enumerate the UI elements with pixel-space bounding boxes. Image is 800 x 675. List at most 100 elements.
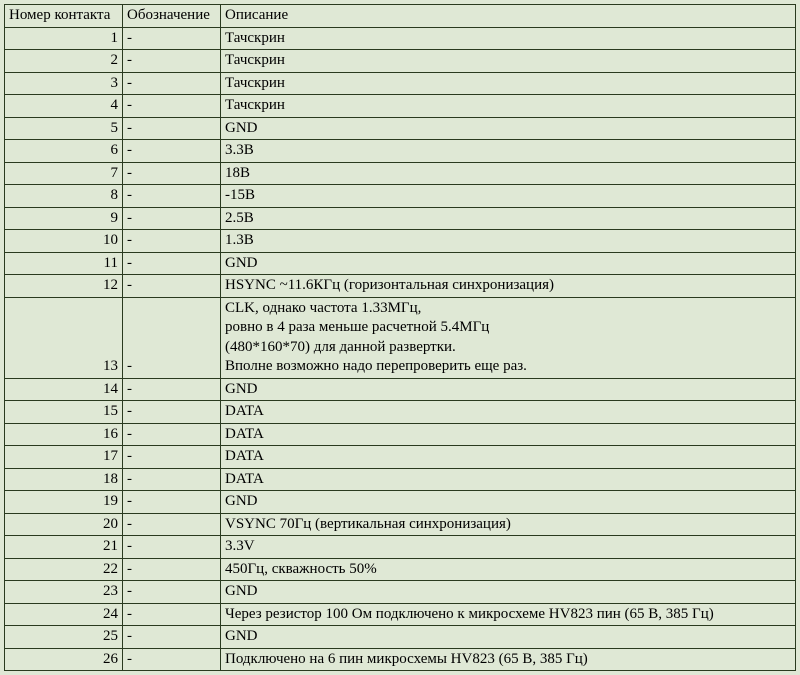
cell-description: 450Гц, скважность 50% — [221, 558, 796, 581]
cell-description: Подключено на 6 пин микросхемы HV823 (65… — [221, 648, 796, 671]
table-header-row: Номер контакта Обозначение Описание — [5, 5, 796, 28]
cell-designation: - — [123, 27, 221, 50]
cell-designation: - — [123, 378, 221, 401]
table-row: 3-Тачскрин — [5, 72, 796, 95]
cell-description: 2.5В — [221, 207, 796, 230]
cell-description: GND — [221, 117, 796, 140]
cell-designation: - — [123, 423, 221, 446]
cell-contact-number: 23 — [5, 581, 123, 604]
cell-contact-number: 18 — [5, 468, 123, 491]
cell-contact-number: 13 — [5, 297, 123, 378]
table-row: 11-GND — [5, 252, 796, 275]
cell-designation: - — [123, 468, 221, 491]
cell-description: DATA — [221, 468, 796, 491]
table-row: 8--15В — [5, 185, 796, 208]
cell-description: 3.3V — [221, 536, 796, 559]
cell-designation: - — [123, 117, 221, 140]
cell-description: GND — [221, 581, 796, 604]
table-row: 22-450Гц, скважность 50% — [5, 558, 796, 581]
table-row: 20-VSYNC 70Гц (вертикальная синхронизаци… — [5, 513, 796, 536]
cell-description: GND — [221, 491, 796, 514]
cell-designation: - — [123, 95, 221, 118]
cell-description: GND — [221, 252, 796, 275]
cell-designation: - — [123, 648, 221, 671]
cell-designation: - — [123, 401, 221, 424]
table-row: 24-Через резистор 100 Ом подключено к ми… — [5, 603, 796, 626]
cell-description: DATA — [221, 423, 796, 446]
cell-designation: - — [123, 513, 221, 536]
table-row: 1-Тачскрин — [5, 27, 796, 50]
table-row: 2-Тачскрин — [5, 50, 796, 73]
cell-contact-number: 21 — [5, 536, 123, 559]
cell-contact-number: 8 — [5, 185, 123, 208]
header-designation: Обозначение — [123, 5, 221, 28]
cell-designation: - — [123, 72, 221, 95]
cell-contact-number: 2 — [5, 50, 123, 73]
cell-designation: - — [123, 275, 221, 298]
cell-designation: - — [123, 491, 221, 514]
cell-contact-number: 16 — [5, 423, 123, 446]
cell-description: GND — [221, 626, 796, 649]
cell-designation: - — [123, 230, 221, 253]
cell-designation: - — [123, 297, 221, 378]
table-row: 26-Подключено на 6 пин микросхемы HV823 … — [5, 648, 796, 671]
cell-contact-number: 5 — [5, 117, 123, 140]
pinout-table: Номер контакта Обозначение Описание 1-Та… — [4, 4, 796, 671]
cell-designation: - — [123, 558, 221, 581]
cell-description: 3.3В — [221, 140, 796, 163]
cell-description: DATA — [221, 401, 796, 424]
cell-contact-number: 3 — [5, 72, 123, 95]
cell-description: Тачскрин — [221, 27, 796, 50]
cell-contact-number: 19 — [5, 491, 123, 514]
cell-contact-number: 24 — [5, 603, 123, 626]
cell-designation: - — [123, 185, 221, 208]
table-row: 16-DATA — [5, 423, 796, 446]
table-row: 10-1.3В — [5, 230, 796, 253]
table-row: 9-2.5В — [5, 207, 796, 230]
cell-description: DATA — [221, 446, 796, 469]
table-row: 7-18В — [5, 162, 796, 185]
table-body: 1-Тачскрин2-Тачскрин3-Тачскрин4-Тачскрин… — [5, 27, 796, 671]
cell-description: VSYNC 70Гц (вертикальная синхронизация) — [221, 513, 796, 536]
cell-description: GND — [221, 378, 796, 401]
cell-description: Тачскрин — [221, 50, 796, 73]
table-row: 13-CLK, однако частота 1.33МГц, ровно в … — [5, 297, 796, 378]
cell-contact-number: 25 — [5, 626, 123, 649]
cell-designation: - — [123, 207, 221, 230]
table-row: 12-HSYNC ~11.6КГц (горизонтальная синхро… — [5, 275, 796, 298]
cell-contact-number: 17 — [5, 446, 123, 469]
cell-description: 18В — [221, 162, 796, 185]
cell-description: Тачскрин — [221, 72, 796, 95]
cell-contact-number: 15 — [5, 401, 123, 424]
cell-designation: - — [123, 50, 221, 73]
table-row: 23-GND — [5, 581, 796, 604]
cell-designation: - — [123, 536, 221, 559]
cell-description: Через резистор 100 Ом подключено к микро… — [221, 603, 796, 626]
cell-designation: - — [123, 140, 221, 163]
cell-contact-number: 7 — [5, 162, 123, 185]
table-row: 19-GND — [5, 491, 796, 514]
table-row: 17-DATA — [5, 446, 796, 469]
cell-designation: - — [123, 626, 221, 649]
cell-contact-number: 14 — [5, 378, 123, 401]
cell-designation: - — [123, 603, 221, 626]
cell-contact-number: 12 — [5, 275, 123, 298]
cell-contact-number: 11 — [5, 252, 123, 275]
cell-contact-number: 9 — [5, 207, 123, 230]
cell-description: Тачскрин — [221, 95, 796, 118]
cell-contact-number: 22 — [5, 558, 123, 581]
table-row: 25-GND — [5, 626, 796, 649]
table-row: 6-3.3В — [5, 140, 796, 163]
table-row: 14-GND — [5, 378, 796, 401]
cell-designation: - — [123, 581, 221, 604]
cell-contact-number: 20 — [5, 513, 123, 536]
header-contact-number: Номер контакта — [5, 5, 123, 28]
table-row: 5-GND — [5, 117, 796, 140]
cell-contact-number: 10 — [5, 230, 123, 253]
cell-description: 1.3В — [221, 230, 796, 253]
header-description: Описание — [221, 5, 796, 28]
table-row: 4-Тачскрин — [5, 95, 796, 118]
cell-contact-number: 6 — [5, 140, 123, 163]
cell-contact-number: 26 — [5, 648, 123, 671]
table-row: 15-DATA — [5, 401, 796, 424]
